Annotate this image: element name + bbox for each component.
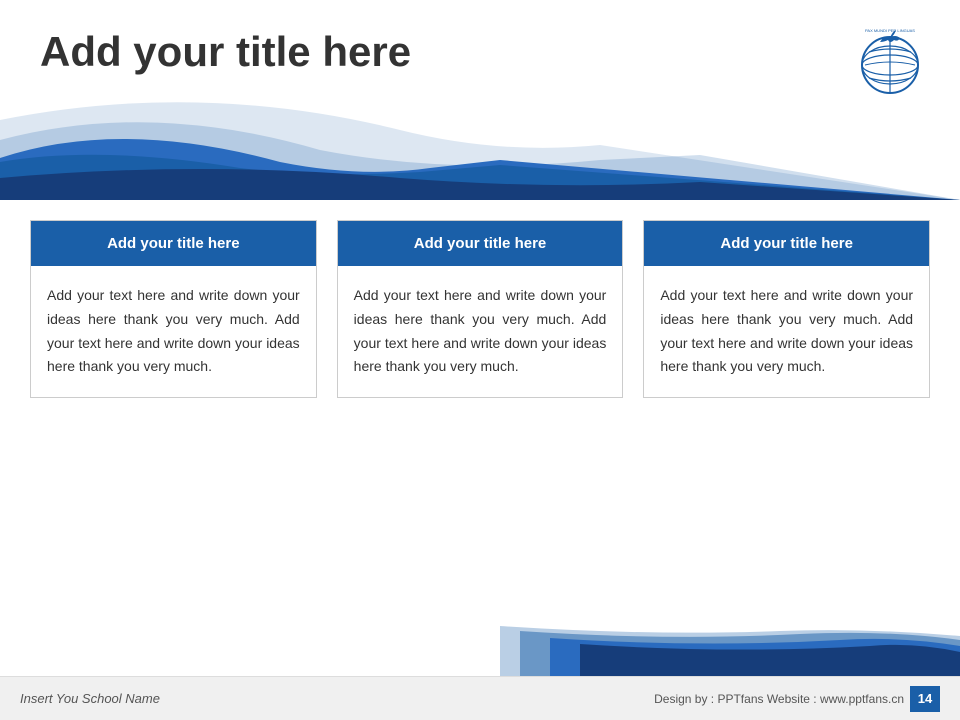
school-name: Insert You School Name — [20, 691, 160, 706]
bottom-bar: Insert You School Name Design by : PPTfa… — [0, 676, 960, 720]
design-credit: Design by : PPTfans Website : www.pptfan… — [654, 692, 904, 706]
page-number: 14 — [910, 686, 940, 712]
content-box-2: Add your title here Add your text here a… — [337, 220, 624, 398]
content-box-3: Add your title here Add your text here a… — [643, 220, 930, 398]
box-1-title: Add your title here — [31, 221, 316, 266]
box-3-body: Add your text here and write down your i… — [644, 266, 929, 397]
box-2-title: Add your title here — [338, 221, 623, 266]
box-1-body: Add your text here and write down your i… — [31, 266, 316, 397]
slide: Add your title here PAX MUNDI PER LINGUA… — [0, 0, 960, 720]
bottom-right: Design by : PPTfans Website : www.pptfan… — [654, 686, 940, 712]
svg-text:PAX MUNDI PER LINGUAS: PAX MUNDI PER LINGUAS — [865, 28, 915, 33]
box-2-body: Add your text here and write down your i… — [338, 266, 623, 397]
content-box-1: Add your title here Add your text here a… — [30, 220, 317, 398]
box-3-title: Add your title here — [644, 221, 929, 266]
main-title: Add your title here — [40, 28, 411, 76]
content-boxes: Add your title here Add your text here a… — [30, 220, 930, 398]
bottom-swoosh — [0, 626, 960, 676]
logo-area: PAX MUNDI PER LINGUAS — [850, 20, 930, 100]
